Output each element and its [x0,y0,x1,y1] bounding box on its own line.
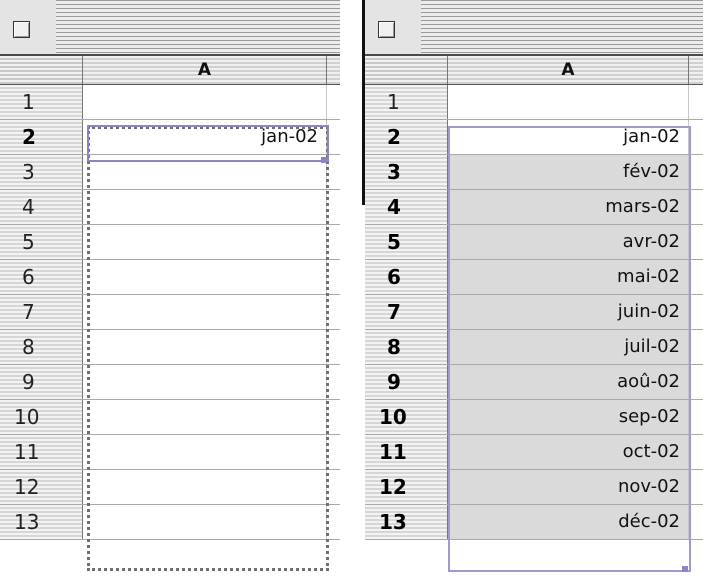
row-header[interactable]: 5 [365,225,448,259]
close-box-icon[interactable] [378,21,395,38]
column-header-a[interactable]: A [83,56,327,84]
cell-a10[interactable] [83,400,327,434]
cell-a7[interactable] [83,295,327,329]
cell-a10[interactable]: sep-02 [448,400,689,434]
cell-a1[interactable] [83,85,327,119]
column-header-a[interactable]: A [448,56,689,84]
fill-handle[interactable] [682,566,688,572]
row-header[interactable]: 13 [365,505,448,539]
column-header-b[interactable] [689,56,703,84]
table-row: 6 [0,260,340,295]
table-row: 11 [0,435,340,470]
cell-a12[interactable]: nov-02 [448,470,689,504]
row-header[interactable]: 2 [365,120,448,154]
row-header[interactable]: 8 [0,330,83,364]
cell-a8[interactable]: juil-02 [448,330,689,364]
column-header-row: A [0,56,340,85]
table-row: 1 [365,85,703,120]
cell-a9[interactable] [83,365,327,399]
cell-a4[interactable]: mars-02 [448,190,689,224]
row-header[interactable]: 8 [365,330,448,364]
cell-a3[interactable]: fév-02 [448,155,689,189]
table-row: 5 avr-02 [365,225,703,260]
table-row: 2 jan-02 [0,120,340,155]
row-header[interactable]: 4 [365,190,448,224]
table-row: 6 mai-02 [365,260,703,295]
cell-a6[interactable] [83,260,327,294]
table-row: 3 [0,155,340,190]
row-header[interactable]: 10 [0,400,83,434]
cell-a2[interactable]: jan-02 [448,120,689,154]
table-row: 7 [0,295,340,330]
table-row: 9 aoû-02 [365,365,703,400]
cell-a1[interactable] [448,85,689,119]
row-header[interactable]: 6 [0,260,83,294]
fill-handle[interactable] [321,157,327,163]
row-header[interactable]: 4 [0,190,83,224]
table-row: 4 [0,190,340,225]
cell-a13[interactable] [83,505,327,539]
table-row: 10 [0,400,340,435]
cell-a5[interactable] [83,225,327,259]
cell-a8[interactable] [83,330,327,364]
cell-a9[interactable]: aoû-02 [448,365,689,399]
cell-a4[interactable] [83,190,327,224]
table-row: 9 [0,365,340,400]
row-header[interactable]: 5 [0,225,83,259]
cell-a2[interactable]: jan-02 [83,120,327,154]
row-header[interactable]: 1 [365,85,448,119]
table-row: 13 déc-02 [365,505,703,540]
row-header[interactable]: 13 [0,505,83,539]
row-header[interactable]: 1 [0,85,83,119]
row-header[interactable]: 11 [0,435,83,469]
row-header[interactable]: 9 [0,365,83,399]
row-header[interactable]: 3 [365,155,448,189]
table-row: 10 sep-02 [365,400,703,435]
table-row: 8 juil-02 [365,330,703,365]
row-header[interactable]: 6 [365,260,448,294]
cell-a13[interactable]: déc-02 [448,505,689,539]
table-row: 8 [0,330,340,365]
table-row: 4 mars-02 [365,190,703,225]
select-all-corner[interactable] [365,56,448,84]
row-header[interactable]: 7 [0,295,83,329]
row-header[interactable]: 10 [365,400,448,434]
row-header[interactable]: 12 [0,470,83,504]
table-row: 1 [0,85,340,120]
cell-a12[interactable] [83,470,327,504]
row-header[interactable]: 12 [365,470,448,504]
cell-a7[interactable]: juin-02 [448,295,689,329]
table-row: 12 nov-02 [365,470,703,505]
row-header[interactable]: 7 [365,295,448,329]
row-header[interactable]: 9 [365,365,448,399]
spreadsheet-right: A 1 2 jan-02 3 fév-02 4 mars-02 5 avr-02 6 mai-02 7… [365,0,703,576]
table-row: 7 juin-02 [365,295,703,330]
close-box-icon[interactable] [13,21,30,38]
table-row: 13 [0,505,340,540]
column-header-row: A [365,56,703,85]
table-row: 5 [0,225,340,260]
row-header[interactable]: 2 [0,120,83,154]
cell-a3[interactable] [83,155,327,189]
cell-a6[interactable]: mai-02 [448,260,689,294]
cell-a5[interactable]: avr-02 [448,225,689,259]
cell-a11[interactable]: oct-02 [448,435,689,469]
column-header-b[interactable] [327,56,340,84]
row-header[interactable]: 3 [0,155,83,189]
spreadsheet-left: A 1 2 jan-02 3 4 5 6 7 8 9 10 11 12 13 [0,0,340,576]
select-all-corner[interactable] [0,56,83,84]
window-title-bar[interactable] [0,0,340,56]
row-header[interactable]: 11 [365,435,448,469]
table-row: 2 jan-02 [365,120,703,155]
window-title-bar[interactable] [365,0,703,56]
table-row: 12 [0,470,340,505]
table-row: 3 fév-02 [365,155,703,190]
cell-a11[interactable] [83,435,327,469]
table-row: 11 oct-02 [365,435,703,470]
